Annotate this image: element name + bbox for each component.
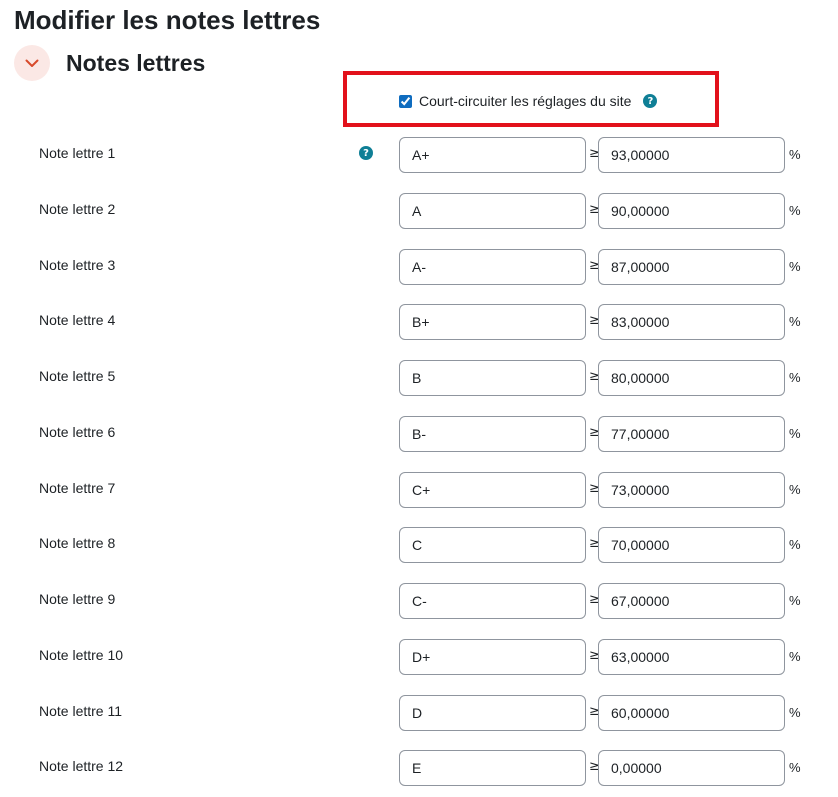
section-title: Notes lettres: [66, 49, 206, 76]
boundary-input[interactable]: [598, 472, 785, 508]
boundary-input[interactable]: [598, 527, 785, 563]
section-header: Notes lettres: [14, 44, 205, 82]
letter-input[interactable]: [399, 360, 586, 396]
letter-input[interactable]: [399, 695, 586, 731]
grade-label: Note lettre 1: [39, 145, 116, 161]
percent-sign: %: [789, 649, 801, 664]
letter-input[interactable]: [399, 750, 586, 786]
grade-label: Note lettre 7: [39, 480, 116, 496]
grade-label: Note lettre 2: [39, 201, 116, 217]
boundary-input[interactable]: [598, 695, 785, 731]
grade-row: Note lettre 8≥%: [0, 527, 838, 563]
grade-row: Note lettre 5≥%: [0, 360, 838, 396]
grade-row: Note lettre 6≥%: [0, 416, 838, 452]
grade-label: Note lettre 4: [39, 312, 116, 328]
boundary-input[interactable]: [598, 639, 785, 675]
chevron-down-icon: [25, 59, 39, 67]
boundary-input[interactable]: [598, 750, 785, 786]
grade-row: Note lettre 12≥%: [0, 750, 838, 786]
letter-input[interactable]: [399, 193, 586, 229]
percent-sign: %: [789, 705, 801, 720]
grade-row: Note lettre 11≥%: [0, 695, 838, 731]
grade-label: Note lettre 11: [39, 703, 123, 719]
grade-label: Note lettre 10: [39, 647, 124, 663]
grade-row: Note lettre 2≥%: [0, 193, 838, 229]
grade-label: Note lettre 8: [39, 535, 116, 551]
grade-row: Note lettre 1?≥%: [0, 137, 838, 173]
grade-row: Note lettre 3≥%: [0, 249, 838, 285]
grade-label: Note lettre 5: [39, 368, 116, 384]
grade-row: Note lettre 10≥%: [0, 639, 838, 675]
collapse-toggle-button[interactable]: [14, 45, 50, 81]
percent-sign: %: [789, 426, 801, 441]
boundary-input[interactable]: [598, 416, 785, 452]
letter-input[interactable]: [399, 249, 586, 285]
grade-label: Note lettre 12: [39, 758, 124, 774]
boundary-input[interactable]: [598, 137, 785, 173]
boundary-input[interactable]: [598, 360, 785, 396]
override-checkbox[interactable]: [399, 94, 412, 108]
letter-input[interactable]: [399, 472, 586, 508]
override-label[interactable]: Court-circuiter les réglages du site: [419, 93, 631, 109]
letter-input[interactable]: [399, 527, 586, 563]
grade-label: Note lettre 3: [39, 257, 116, 273]
grade-row: Note lettre 4≥%: [0, 304, 838, 340]
percent-sign: %: [789, 760, 801, 775]
percent-sign: %: [789, 259, 801, 274]
percent-sign: %: [789, 537, 801, 552]
percent-sign: %: [789, 593, 801, 608]
override-setting: Court-circuiter les réglages du site ?: [399, 91, 658, 111]
question-mark-icon[interactable]: ?: [359, 146, 373, 160]
letter-input[interactable]: [399, 304, 586, 340]
letter-input[interactable]: [399, 583, 586, 619]
letter-input[interactable]: [399, 137, 586, 173]
grade-label: Note lettre 9: [39, 591, 116, 607]
grade-label: Note lettre 6: [39, 424, 116, 440]
grade-row: Note lettre 9≥%: [0, 583, 838, 619]
percent-sign: %: [789, 147, 801, 162]
boundary-input[interactable]: [598, 193, 785, 229]
boundary-input[interactable]: [598, 304, 785, 340]
percent-sign: %: [789, 314, 801, 329]
boundary-input[interactable]: [598, 249, 785, 285]
percent-sign: %: [789, 482, 801, 497]
percent-sign: %: [789, 370, 801, 385]
letter-input[interactable]: [399, 416, 586, 452]
grade-row: Note lettre 7≥%: [0, 472, 838, 508]
boundary-input[interactable]: [598, 583, 785, 619]
percent-sign: %: [789, 203, 801, 218]
page-title: Modifier les notes lettres: [14, 5, 321, 35]
letter-input[interactable]: [399, 639, 586, 675]
question-mark-icon[interactable]: ?: [643, 94, 658, 108]
